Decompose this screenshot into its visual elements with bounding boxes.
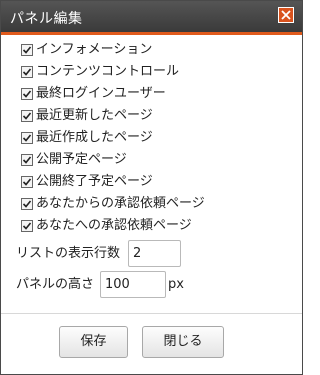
option-label: 最近更新したページ xyxy=(36,108,153,123)
option-label: 最終ログインユーザー xyxy=(36,86,166,101)
dialog-title: パネル編集 xyxy=(10,11,83,27)
checkbox-checked-icon[interactable] xyxy=(21,154,33,166)
close-button[interactable]: 閉じる xyxy=(142,326,224,358)
option-label: コンテンツコントロール xyxy=(36,64,180,79)
option-label: 公開終了予定ページ xyxy=(36,174,153,189)
panel-height-unit: px xyxy=(168,277,184,292)
option-label: あなたへの承認依頼ページ xyxy=(36,218,192,233)
list-count-label: リストの表示行数 xyxy=(16,246,121,261)
checkbox-checked-icon[interactable] xyxy=(21,66,33,78)
panel-height-label: パネルの高さ xyxy=(16,277,95,292)
close-icon[interactable] xyxy=(278,7,294,23)
option-label: インフォメーション xyxy=(36,42,153,57)
checkbox-checked-icon[interactable] xyxy=(21,198,33,210)
checkbox-checked-icon[interactable] xyxy=(21,176,33,188)
checkbox-checked-icon[interactable] xyxy=(21,220,33,232)
checkbox-checked-icon[interactable] xyxy=(21,110,33,122)
save-button[interactable]: 保存 xyxy=(59,326,128,358)
checkbox-checked-icon[interactable] xyxy=(21,44,33,56)
option-label: 公開予定ページ xyxy=(36,152,127,167)
dialog-titlebar: パネル編集 xyxy=(1,1,302,35)
option-label: 最近作成したページ xyxy=(36,130,153,145)
checkbox-checked-icon[interactable] xyxy=(21,88,33,100)
panel-height-input[interactable] xyxy=(100,271,166,298)
dialog-content: インフォメーション コンテンツコントロール 最終ログインユーザー 最近更新したペ… xyxy=(1,35,302,311)
checkbox-checked-icon[interactable] xyxy=(21,132,33,144)
panel-edit-dialog: パネル編集 インフォメーション コンテンツコントロール 最終ログインユーザー 最… xyxy=(0,0,303,375)
option-label: あなたからの承認依頼ページ xyxy=(36,196,205,211)
footer-divider xyxy=(1,313,302,314)
list-count-input[interactable] xyxy=(128,240,181,267)
